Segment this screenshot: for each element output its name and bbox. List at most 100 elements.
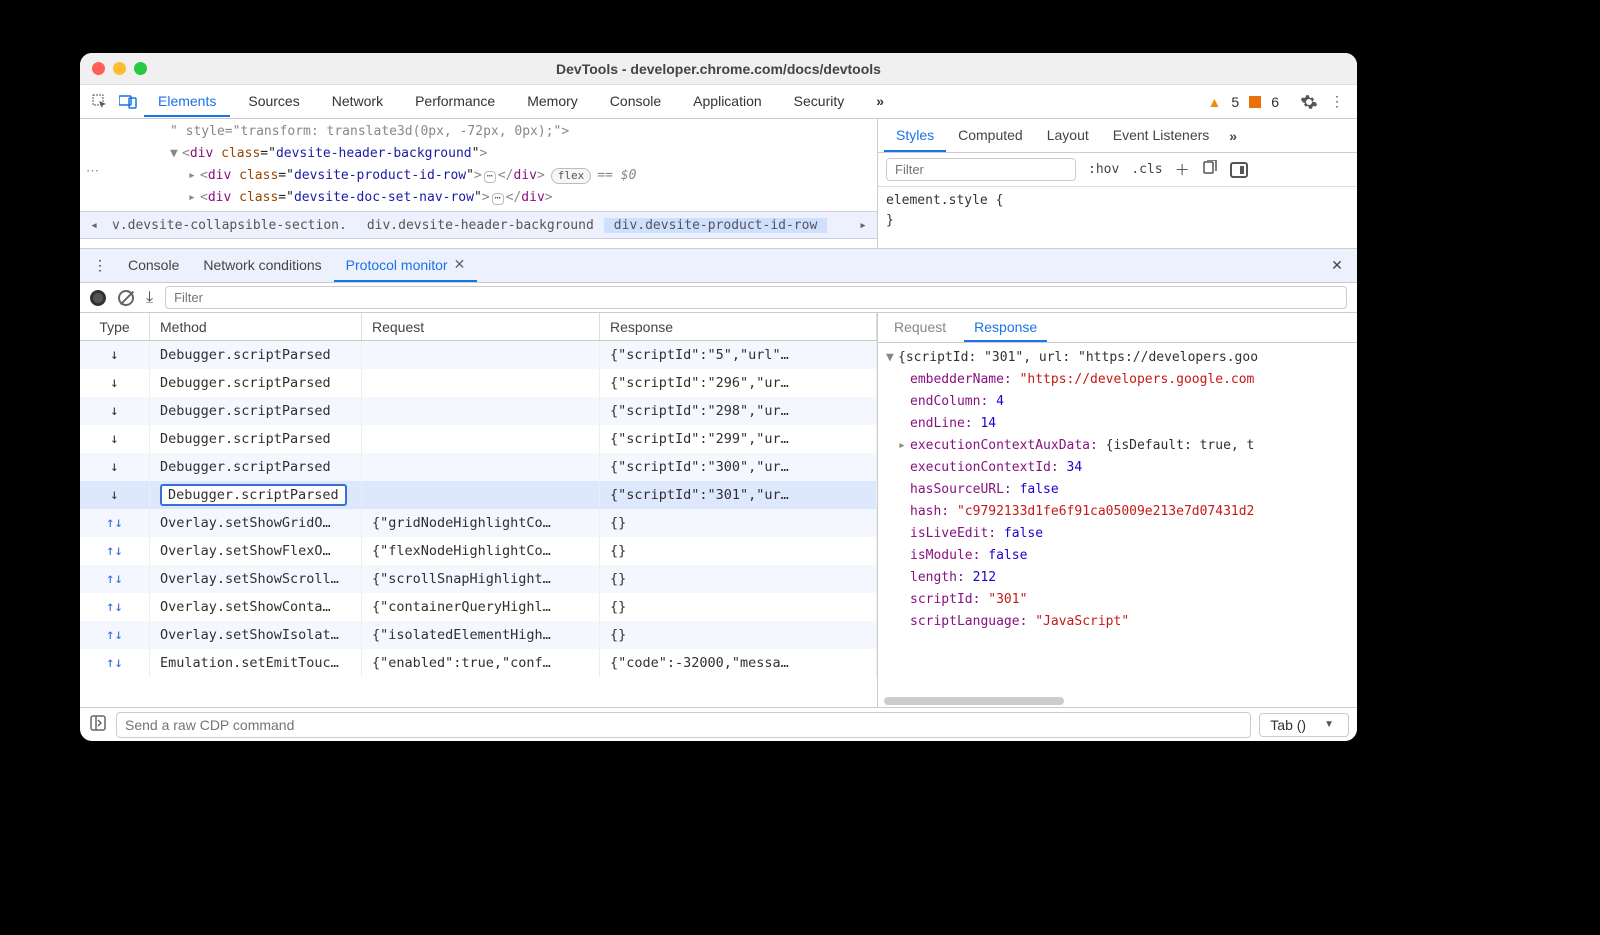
response-cell: {"scriptId":"296","ur… — [600, 369, 877, 397]
method-cell: Debugger.scriptParsed — [160, 347, 331, 363]
monitor-filter-input[interactable] — [165, 286, 1347, 309]
details-property: length: 212 — [886, 567, 1349, 589]
dom-tree-panel: ⋯ " style="transform: translate3d(0px, -… — [80, 119, 878, 248]
drawer-tab-protocol-monitor[interactable]: Protocol monitor✕ — [334, 249, 478, 282]
details-property: hasSourceURL: false — [886, 479, 1349, 501]
table-row[interactable]: ↓Debugger.scriptParsed{"scriptId":"298",… — [80, 397, 877, 425]
bidirectional-arrow-icon: ↑↓ — [106, 655, 123, 671]
table-row[interactable]: ↓Debugger.scriptParsed{"scriptId":"299",… — [80, 425, 877, 453]
new-style-plus-icon[interactable]: ＋ — [1175, 159, 1190, 180]
right-tab-computed[interactable]: Computed — [946, 119, 1035, 152]
details-property: executionContextId: 34 — [886, 457, 1349, 479]
col-type[interactable]: Type — [80, 313, 150, 340]
drawer-tab-console[interactable]: Console — [116, 249, 191, 282]
tab-elements[interactable]: Elements — [144, 87, 230, 117]
zoom-window-button[interactable] — [134, 62, 147, 75]
hov-button[interactable]: :hov — [1088, 162, 1119, 177]
kebab-menu-icon[interactable]: ⋮ — [1325, 93, 1349, 110]
inspect-element-icon[interactable] — [88, 94, 112, 110]
col-response[interactable]: Response — [600, 313, 877, 340]
status-badges[interactable]: ▲ 5 6 — [1208, 94, 1279, 110]
table-row[interactable]: ↓Debugger.scriptParsed{"scriptId":"301",… — [80, 481, 877, 509]
right-tab-event-listeners[interactable]: Event Listeners — [1101, 119, 1222, 152]
cdp-command-input[interactable] — [116, 712, 1251, 738]
tab-security[interactable]: Security — [780, 87, 859, 117]
method-cell: Overlay.setShowScroll… — [160, 571, 339, 587]
incoming-arrow-icon: ↓ — [110, 347, 118, 363]
dom-gutter-ellipsis-icon[interactable]: ⋯ — [86, 163, 99, 179]
details-horizontal-scrollbar[interactable] — [884, 697, 1064, 705]
styles-filter-input[interactable] — [886, 158, 1076, 181]
response-cell: {} — [600, 537, 877, 565]
breadcrumb-item[interactable]: v.devsite-collapsible-section. — [102, 218, 357, 233]
issue-count: 6 — [1271, 94, 1279, 110]
breadcrumb-item[interactable]: div.devsite-product-id-row — [604, 218, 828, 233]
details-tab-response[interactable]: Response — [964, 313, 1047, 342]
table-row[interactable]: ↑↓Overlay.setShowConta…{"containerQueryH… — [80, 593, 877, 621]
element-style-selector: element.style { — [886, 191, 1349, 211]
table-row[interactable]: ↓Debugger.scriptParsed{"scriptId":"5","u… — [80, 341, 877, 369]
table-row[interactable]: ↑↓Overlay.setShowIsolat…{"isolatedElemen… — [80, 621, 877, 649]
details-property: scriptId: "301" — [886, 589, 1349, 611]
drawer-close-icon[interactable]: ✕ — [1327, 249, 1347, 282]
bidirectional-arrow-icon: ↑↓ — [106, 571, 123, 587]
tab-sources[interactable]: Sources — [234, 87, 313, 117]
copy-styles-icon[interactable] — [1202, 160, 1218, 180]
col-request[interactable]: Request — [362, 313, 600, 340]
tab-memory[interactable]: Memory — [513, 87, 592, 117]
toggle-computed-layout-icon[interactable] — [1230, 162, 1248, 178]
dom-tree[interactable]: " style="transform: translate3d(0px, -72… — [80, 119, 877, 211]
col-method[interactable]: Method — [150, 313, 362, 340]
right-tabs-overflow[interactable]: » — [1221, 119, 1245, 152]
table-row[interactable]: ↑↓Overlay.setShowFlexO…{"flexNodeHighlig… — [80, 537, 877, 565]
settings-gear-icon[interactable] — [1297, 93, 1321, 111]
request-cell — [362, 425, 600, 453]
table-row[interactable]: ↓Debugger.scriptParsed{"scriptId":"296",… — [80, 369, 877, 397]
details-property: scriptLanguage: "JavaScript" — [886, 611, 1349, 633]
breadcrumb[interactable]: ◂ v.devsite-collapsible-section.div.devs… — [80, 211, 877, 239]
tab-performance[interactable]: Performance — [401, 87, 509, 117]
styles-toolbar: :hov .cls ＋ — [878, 153, 1357, 187]
protocol-monitor-table: Type Method Request Response ↓Debugger.s… — [80, 313, 878, 707]
close-window-button[interactable] — [92, 62, 105, 75]
drawer-tab-network-conditions[interactable]: Network conditions — [191, 249, 333, 282]
device-toolbar-icon[interactable] — [116, 95, 140, 109]
breadcrumb-item[interactable]: div.devsite-header-background — [357, 218, 604, 233]
toggle-editor-icon[interactable] — [88, 715, 108, 734]
table-row[interactable]: ↓Debugger.scriptParsed{"scriptId":"300",… — [80, 453, 877, 481]
tab-network[interactable]: Network — [318, 87, 397, 117]
response-cell: {"code":-32000,"messa… — [600, 649, 877, 677]
tab-console[interactable]: Console — [596, 87, 675, 117]
breadcrumb-scroll-right-icon[interactable]: ▸ — [855, 218, 871, 233]
drawer-tab-close-icon[interactable]: ✕ — [448, 256, 466, 273]
details-body[interactable]: ▼{scriptId: "301", url: "https://develop… — [878, 343, 1357, 707]
right-tab-layout[interactable]: Layout — [1035, 119, 1101, 152]
clear-button-icon[interactable] — [118, 290, 134, 306]
tabs-overflow[interactable]: » — [862, 87, 898, 117]
table-row[interactable]: ↑↓Overlay.setShowGridO…{"gridNodeHighlig… — [80, 509, 877, 537]
minimize-window-button[interactable] — [113, 62, 126, 75]
cdp-target-selector[interactable]: Tab () ▼ — [1259, 713, 1349, 737]
cls-button[interactable]: .cls — [1131, 162, 1162, 177]
element-style-close: } — [886, 211, 1349, 231]
table-row[interactable]: ↑↓Overlay.setShowScroll…{"scrollSnapHigh… — [80, 565, 877, 593]
flex-badge[interactable]: flex — [551, 168, 592, 184]
table-row[interactable]: ↑↓Emulation.setEmitTouc…{"enabled":true,… — [80, 649, 877, 677]
method-cell: Debugger.scriptParsed — [160, 431, 331, 447]
bidirectional-arrow-icon: ↑↓ — [106, 599, 123, 615]
response-cell: {"scriptId":"299","ur… — [600, 425, 877, 453]
tab-application[interactable]: Application — [679, 87, 776, 117]
details-tab-request[interactable]: Request — [884, 313, 956, 342]
method-cell: Overlay.setShowGridO… — [160, 515, 331, 531]
request-cell — [362, 481, 600, 509]
breadcrumb-scroll-left-icon[interactable]: ◂ — [86, 218, 102, 233]
record-button-icon[interactable] — [90, 290, 106, 306]
window-title: DevTools - developer.chrome.com/docs/dev… — [80, 61, 1357, 77]
right-tab-styles[interactable]: Styles — [884, 119, 946, 152]
styles-body[interactable]: element.style { } — [878, 187, 1357, 235]
method-cell: Debugger.scriptParsed — [160, 375, 331, 391]
save-button-icon[interactable]: ⤓ — [146, 289, 153, 307]
drawer-kebab-icon[interactable]: ⋮ — [90, 249, 110, 282]
request-cell: {"gridNodeHighlightCo… — [362, 509, 600, 537]
details-head: {scriptId: "301", url: "https://develope… — [898, 350, 1258, 365]
